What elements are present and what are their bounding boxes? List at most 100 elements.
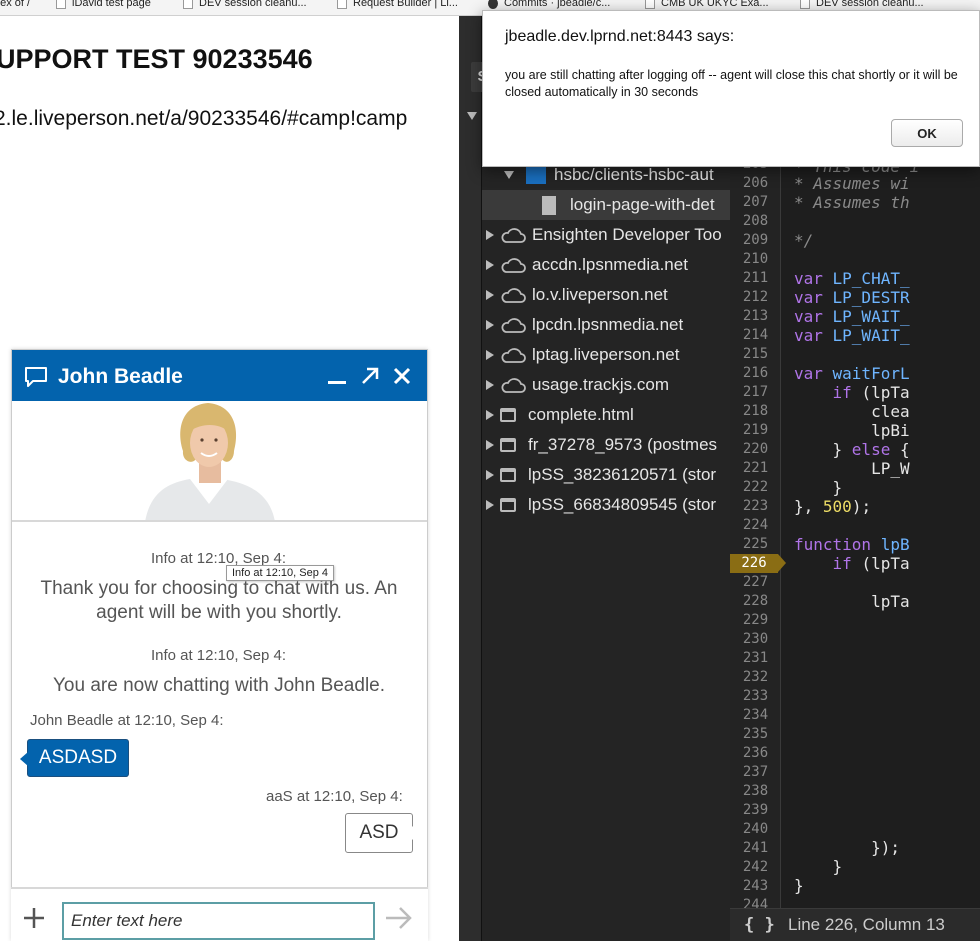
tree-item-frame[interactable]: complete.html	[482, 400, 730, 430]
expand-triangle-icon[interactable]	[486, 260, 494, 270]
tree-item-file[interactable]: login-page-with-det	[482, 190, 730, 220]
code-line: var LP_WAIT_	[794, 326, 910, 345]
pretty-print-button[interactable]: { }	[744, 915, 788, 935]
expand-triangle-icon[interactable]	[486, 500, 494, 510]
expand-triangle-icon[interactable]	[486, 440, 494, 450]
line-number[interactable]: 232	[730, 668, 781, 687]
breakpoint-line-number[interactable]: 226	[730, 554, 786, 573]
line-number[interactable]: 228	[730, 592, 781, 611]
line-number[interactable]: 209	[730, 231, 781, 250]
tree-item-domain[interactable]: lo.v.liveperson.net	[482, 280, 730, 310]
bookmark-item[interactable]: Commits · jbeadle/c...	[488, 0, 610, 9]
tree-item-frame[interactable]: lpSS_38236120571 (stor	[482, 460, 730, 490]
window-icon	[500, 468, 516, 482]
tree-item-domain[interactable]: Ensighten Developer Too	[482, 220, 730, 250]
bookmark-item[interactable]: DEV session cleanu...	[183, 0, 307, 9]
line-number[interactable]: 217	[730, 383, 781, 402]
bookmark-item[interactable]: DEV session cleanu...	[800, 0, 924, 9]
bookmark-label: CMB UK UKYC Exa...	[661, 0, 769, 9]
page-heading: UPPORT TEST 90233546	[0, 44, 313, 74]
cloud-icon	[501, 228, 526, 243]
info-timestamp: Info at 12:10, Sep 4:	[150, 647, 287, 664]
tree-item-domain[interactable]: usage.trackjs.com	[482, 370, 730, 400]
expand-triangle-icon[interactable]	[486, 290, 494, 300]
tree-item-label: Ensighten Developer Too	[532, 225, 722, 244]
close-button[interactable]	[389, 362, 415, 390]
line-number[interactable]: 238	[730, 782, 781, 801]
expand-triangle-icon[interactable]	[486, 410, 494, 420]
add-attachment-button[interactable]	[21, 905, 47, 931]
tree-item-frame[interactable]: fr_37278_9573 (postmes	[482, 430, 730, 460]
expand-triangle-icon[interactable]	[486, 320, 494, 330]
line-number[interactable]: 236	[730, 744, 781, 763]
line-number[interactable]: 218	[730, 402, 781, 421]
bookmark-item[interactable]: CMB UK UKYC Exa...	[645, 0, 769, 9]
line-number[interactable]: 213	[730, 307, 781, 326]
line-number[interactable]: 244	[730, 896, 781, 908]
minimize-button[interactable]	[324, 362, 350, 390]
tree-item-domain[interactable]: accdn.lpsnmedia.net	[482, 250, 730, 280]
line-number[interactable]: 234	[730, 706, 781, 725]
line-number[interactable]: 219	[730, 421, 781, 440]
line-number[interactable]: 240	[730, 820, 781, 839]
page-icon	[337, 0, 347, 9]
line-number[interactable]: 222	[730, 478, 781, 497]
close-icon	[393, 367, 411, 385]
agent-name: John Beadle	[58, 365, 183, 388]
ok-button[interactable]: OK	[891, 119, 963, 147]
line-number[interactable]: 210	[730, 250, 781, 269]
bookmark-item[interactable]: iDavid test page	[56, 0, 151, 9]
code-line: */	[794, 231, 814, 250]
line-number[interactable]: 211	[730, 269, 781, 288]
page-icon	[800, 0, 810, 9]
chat-message-input[interactable]	[62, 902, 375, 940]
line-number[interactable]: 223	[730, 497, 781, 516]
devtools-sidebar-strip	[459, 16, 482, 941]
line-number[interactable]: 215	[730, 345, 781, 364]
line-number[interactable]: 206	[730, 174, 781, 193]
line-number[interactable]: 243	[730, 877, 781, 896]
tree-item-domain[interactable]: lptag.liveperson.net	[482, 340, 730, 370]
line-number[interactable]: 241	[730, 839, 781, 858]
system-message: You are now chatting with John Beadle.	[52, 675, 386, 696]
popout-button[interactable]	[357, 362, 383, 390]
line-number[interactable]: 221	[730, 459, 781, 478]
cloud-icon	[501, 288, 526, 303]
tree-item-label: complete.html	[528, 405, 634, 424]
expand-triangle-icon[interactable]	[504, 171, 514, 179]
line-number[interactable]: 231	[730, 649, 781, 668]
line-number[interactable]: 224	[730, 516, 781, 535]
line-number[interactable]: 212	[730, 288, 781, 307]
line-number[interactable]: 242	[730, 858, 781, 877]
send-button[interactable]	[384, 905, 414, 931]
line-number[interactable]: 233	[730, 687, 781, 706]
line-number[interactable]: 214	[730, 326, 781, 345]
line-number[interactable]: 207	[730, 193, 781, 212]
line-number[interactable]: 230	[730, 630, 781, 649]
line-number[interactable]: 227	[730, 573, 781, 592]
visitor-message-text: ASD	[359, 822, 399, 843]
tree-item-label: lpSS_38236120571 (stor	[528, 465, 717, 484]
expand-triangle-icon[interactable]	[467, 112, 477, 120]
bookmark-item[interactable]: dex of /	[0, 0, 30, 9]
tree-item-domain[interactable]: lpcdn.lpsnmedia.net	[482, 310, 730, 340]
code-line: * Assumes th	[794, 193, 910, 212]
line-number[interactable]: 235	[730, 725, 781, 744]
expand-triangle-icon[interactable]	[486, 380, 494, 390]
code-line: }	[794, 857, 843, 876]
line-number[interactable]: 208	[730, 212, 781, 231]
line-number[interactable]: 220	[730, 440, 781, 459]
visitor-message-bubble: ASD	[345, 813, 420, 853]
expand-triangle-icon[interactable]	[486, 350, 494, 360]
line-number[interactable]: 216	[730, 364, 781, 383]
expand-triangle-icon[interactable]	[486, 470, 494, 480]
expand-triangle-icon[interactable]	[486, 230, 494, 240]
line-number[interactable]: 239	[730, 801, 781, 820]
code-line: var LP_DESTR	[794, 288, 910, 307]
code-line: var LP_WAIT_	[794, 307, 910, 326]
bookmark-item[interactable]: Request Builder | Li...	[337, 0, 458, 9]
line-number[interactable]: 237	[730, 763, 781, 782]
line-number[interactable]: 225	[730, 535, 781, 554]
line-number[interactable]: 229	[730, 611, 781, 630]
tree-item-frame[interactable]: lpSS_66834809545 (stor	[482, 490, 730, 520]
